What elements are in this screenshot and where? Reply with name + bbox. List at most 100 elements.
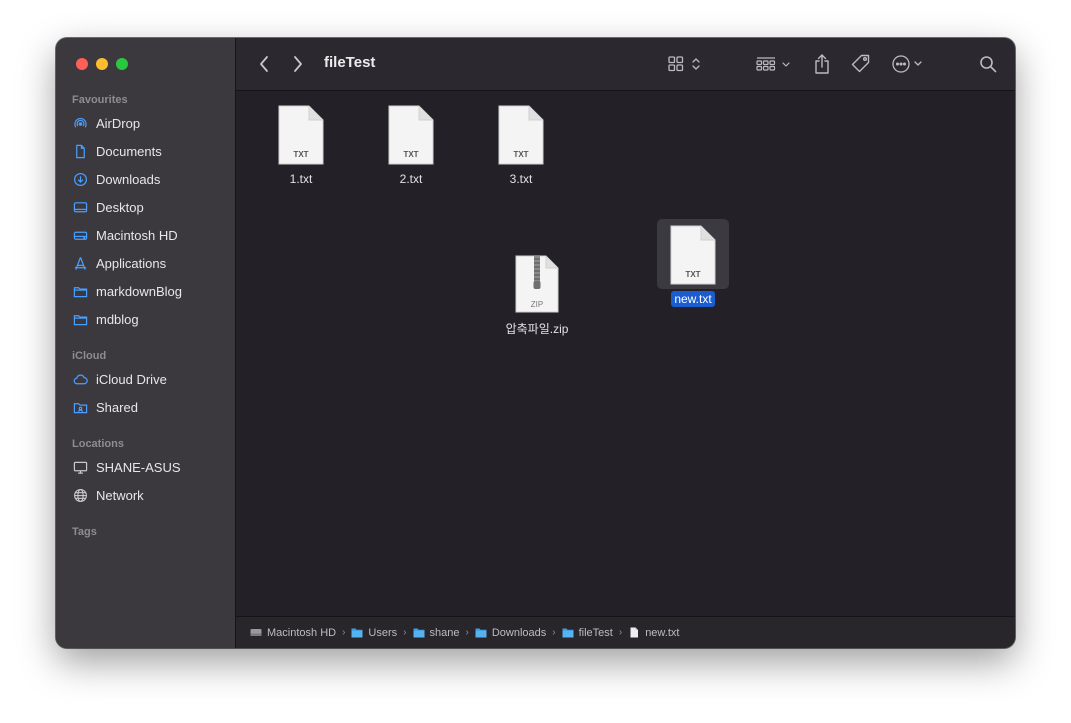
download-icon [72,171,88,187]
sidebar-item-label: mdblog [96,311,139,327]
folder-icon [475,628,487,638]
path-item-label: Macintosh HD [267,626,337,639]
toolbar: fileTest [236,38,1015,91]
file-name: 1.txt [289,172,313,186]
sidebar-section-icloud: iCloud [72,350,107,362]
zip-file-icon: ZIP [515,255,559,313]
close-window-button[interactable] [76,58,88,70]
chevron-right-icon [294,56,302,72]
sidebar: Favourites AirDrop Documents Downloads D… [56,38,236,648]
group-grid-icon [756,57,790,71]
chevron-right-icon: › [618,627,623,638]
sidebar-item-label: Documents [96,143,162,159]
search-icon [980,56,997,73]
sidebar-section-tags: Tags [72,526,97,538]
share-button[interactable] [810,52,834,76]
sidebar-item-markdownblog[interactable]: markdownBlog [72,279,182,303]
forward-button[interactable] [288,52,308,76]
sidebar-item-macintosh-hd[interactable]: Macintosh HD [72,223,178,247]
file-item-2-txt[interactable]: TXT 2.txt [356,105,466,188]
ellipsis-circle-icon [892,55,922,73]
window-controls [76,58,128,70]
sidebar-section-favourites: Favourites [72,94,128,106]
document-icon [72,143,88,159]
file-name: 압축파일.zip [505,322,569,336]
file-item-3-txt[interactable]: TXT 3.txt [466,105,576,188]
sidebar-item-label: AirDrop [96,115,141,131]
chevron-right-icon: › [342,627,346,638]
sidebar-item-network[interactable]: Network [72,483,144,507]
sidebar-item-shane-asus[interactable]: SHANE-ASUS [72,455,181,479]
txt-file-icon: TXT [670,225,716,285]
sidebar-item-label: Macintosh HD [96,227,178,243]
view-mode-button[interactable] [666,52,706,76]
file-type-label: TXT [513,150,529,159]
path-item-macintosh-hd[interactable]: Macintosh HD [250,627,336,639]
maximize-window-button[interactable] [116,58,128,70]
sidebar-item-desktop[interactable]: Desktop [72,195,144,219]
sidebar-section-locations: Locations [72,438,124,450]
chevron-right-icon: › [552,627,556,638]
file-type-label: ZIP [530,300,544,309]
window-title: fileTest [324,54,376,71]
sidebar-item-label: Downloads [96,171,161,187]
file-item-zip[interactable]: ZIP 압축파일.zip [482,255,592,338]
file-name: 2.txt [399,172,423,186]
file-item-new-txt[interactable]: TXT new.txt [638,225,748,308]
path-item-label: Users [368,626,398,639]
back-button[interactable] [254,52,274,76]
file-grid: TXT 1.txt TXT 2.txt TXT 3.txt ZIP 압축파일.z… [236,91,1015,616]
tag-icon [851,54,870,73]
globe-icon [72,487,88,503]
file-name: 3.txt [509,172,533,186]
folder-icon [413,628,424,638]
txt-file-icon: TXT [388,105,434,165]
search-button[interactable] [976,52,1000,76]
path-item-users[interactable]: Users [351,627,397,639]
sidebar-item-mdblog[interactable]: mdblog [72,307,139,331]
sidebar-item-label: markdownBlog [96,283,182,299]
path-item-shane[interactable]: shane [413,626,460,639]
shared-folder-icon [72,399,88,415]
sidebar-item-shared[interactable]: Shared [72,395,138,419]
sidebar-item-label: SHANE-ASUS [96,459,181,475]
share-icon [815,54,829,74]
sidebar-item-downloads[interactable]: Downloads [72,167,160,191]
path-bar: Macintosh HD › Users › shane › Downloads… [236,616,1015,648]
monitor-icon [72,459,88,475]
desktop-icon [72,199,88,215]
folder-icon [562,628,574,638]
disk-icon [250,629,262,636]
minimize-window-button[interactable] [96,58,108,70]
file-type-label: TXT [293,150,309,159]
sidebar-item-applications[interactable]: Applications [72,251,166,275]
file-type-label: TXT [685,270,701,279]
disk-icon [72,227,88,243]
finder-window: Favourites AirDrop Documents Downloads D… [56,38,1015,648]
file-icon [630,627,639,638]
path-item-filetest[interactable]: fileTest [562,627,613,639]
txt-file-icon: TXT [278,105,324,165]
more-actions-button[interactable] [890,52,930,76]
applications-icon [72,255,88,271]
file-item-1-txt[interactable]: TXT 1.txt [246,105,356,188]
file-type-label: TXT [403,150,419,159]
sidebar-item-label: Shared [96,399,138,415]
sidebar-item-icloud-drive[interactable]: iCloud Drive [72,367,167,391]
chevron-right-icon: › [403,627,407,638]
sidebar-item-airdrop[interactable]: AirDrop [72,111,140,135]
path-item-label: new.txt [645,626,680,639]
chevron-right-icon: › [465,627,469,638]
chevron-left-icon [260,56,268,72]
tag-button[interactable] [848,52,874,76]
path-item-label: Downloads [491,626,547,639]
cloud-icon [72,371,88,387]
sidebar-item-documents[interactable]: Documents [72,139,162,163]
path-item-downloads[interactable]: Downloads [475,627,546,639]
path-item-label: shane [429,626,460,639]
group-button[interactable] [754,52,794,76]
path-item-label: fileTest [578,626,613,639]
file-name-selected: new.txt [671,291,715,307]
folder-icon [72,311,88,327]
path-item-new-txt[interactable]: new.txt [628,627,679,639]
